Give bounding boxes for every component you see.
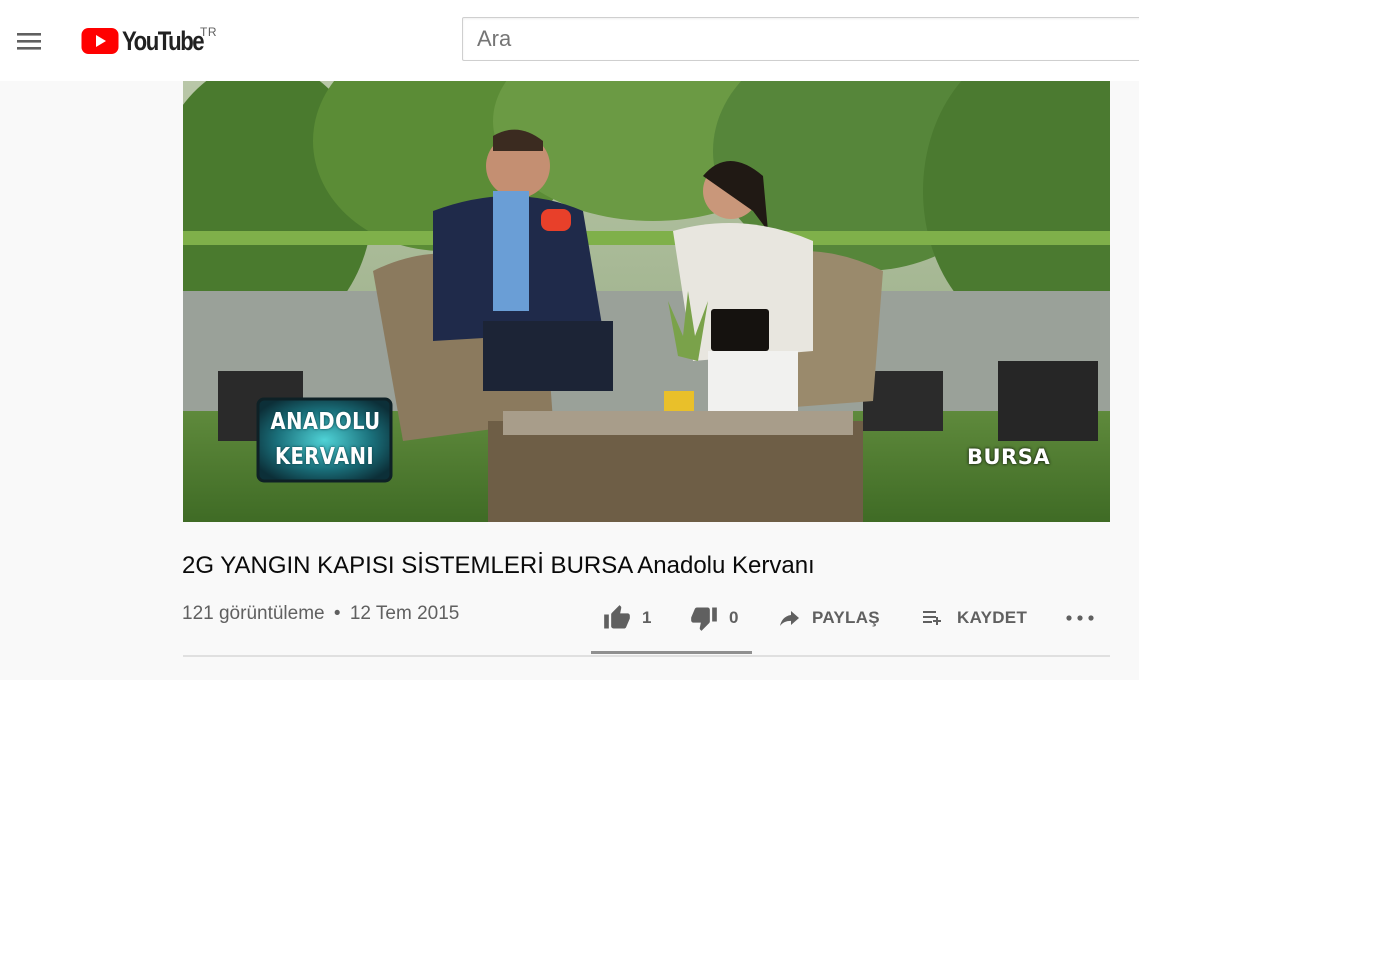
more-actions-button[interactable]: [1064, 600, 1096, 636]
video-meta: 121 görüntüleme • 12 Tem 2015: [182, 603, 459, 625]
youtube-logo[interactable]: YouTube TR: [81, 22, 221, 60]
hamburger-menu-icon: [17, 33, 41, 50]
video-player[interactable]: ANADOLU KERVANI BURSA: [183, 81, 1110, 522]
thumbs-up-icon: [604, 605, 630, 629]
youtube-play-logo-icon: [81, 28, 119, 54]
dislike-count: 0: [729, 608, 739, 627]
thumbs-down-icon: [691, 607, 717, 631]
overlay-location-label: BURSA: [967, 445, 1051, 469]
save-button[interactable]: KAYDET: [919, 600, 1027, 636]
more-horizontal-icon: [1066, 615, 1094, 621]
share-label: PAYLAŞ: [812, 608, 880, 627]
search-input[interactable]: [463, 18, 1139, 60]
like-count: 1: [642, 608, 652, 627]
search-box[interactable]: [462, 17, 1139, 61]
dislike-button[interactable]: 0: [689, 600, 739, 636]
country-code: TR: [200, 25, 217, 39]
overlay-logo-line1: ANADOLU: [270, 409, 381, 435]
youtube-watch-page: YouTube TR Ara ANADOLU KERVANI BURSA 2G …: [0, 0, 1139, 680]
overlay-logo-line2: KERVANI: [274, 444, 375, 470]
video-actions: 1 0 PAYLAŞ KAYDET: [590, 600, 1110, 636]
guide-menu-button[interactable]: [10, 22, 48, 60]
youtube-wordmark: YouTube: [122, 25, 205, 56]
meta-separator: •: [333, 603, 341, 624]
like-button[interactable]: 1: [602, 600, 652, 636]
like-dislike-bar: [591, 651, 752, 654]
playlist-add-icon: [923, 611, 941, 625]
share-button[interactable]: PAYLAŞ: [776, 600, 880, 636]
masthead: YouTube TR: [0, 0, 1139, 81]
save-label: KAYDET: [957, 608, 1028, 627]
share-arrow-icon: [780, 611, 799, 626]
upload-date: 12 Tem 2015: [349, 603, 460, 624]
info-divider: [183, 655, 1110, 657]
channel-overlay-logo: ANADOLU KERVANI: [270, 405, 381, 475]
video-title: 2G YANGIN KAPISI SİSTEMLERİ BURSA Anadol…: [182, 552, 815, 579]
view-count: 121 görüntüleme: [182, 603, 325, 624]
